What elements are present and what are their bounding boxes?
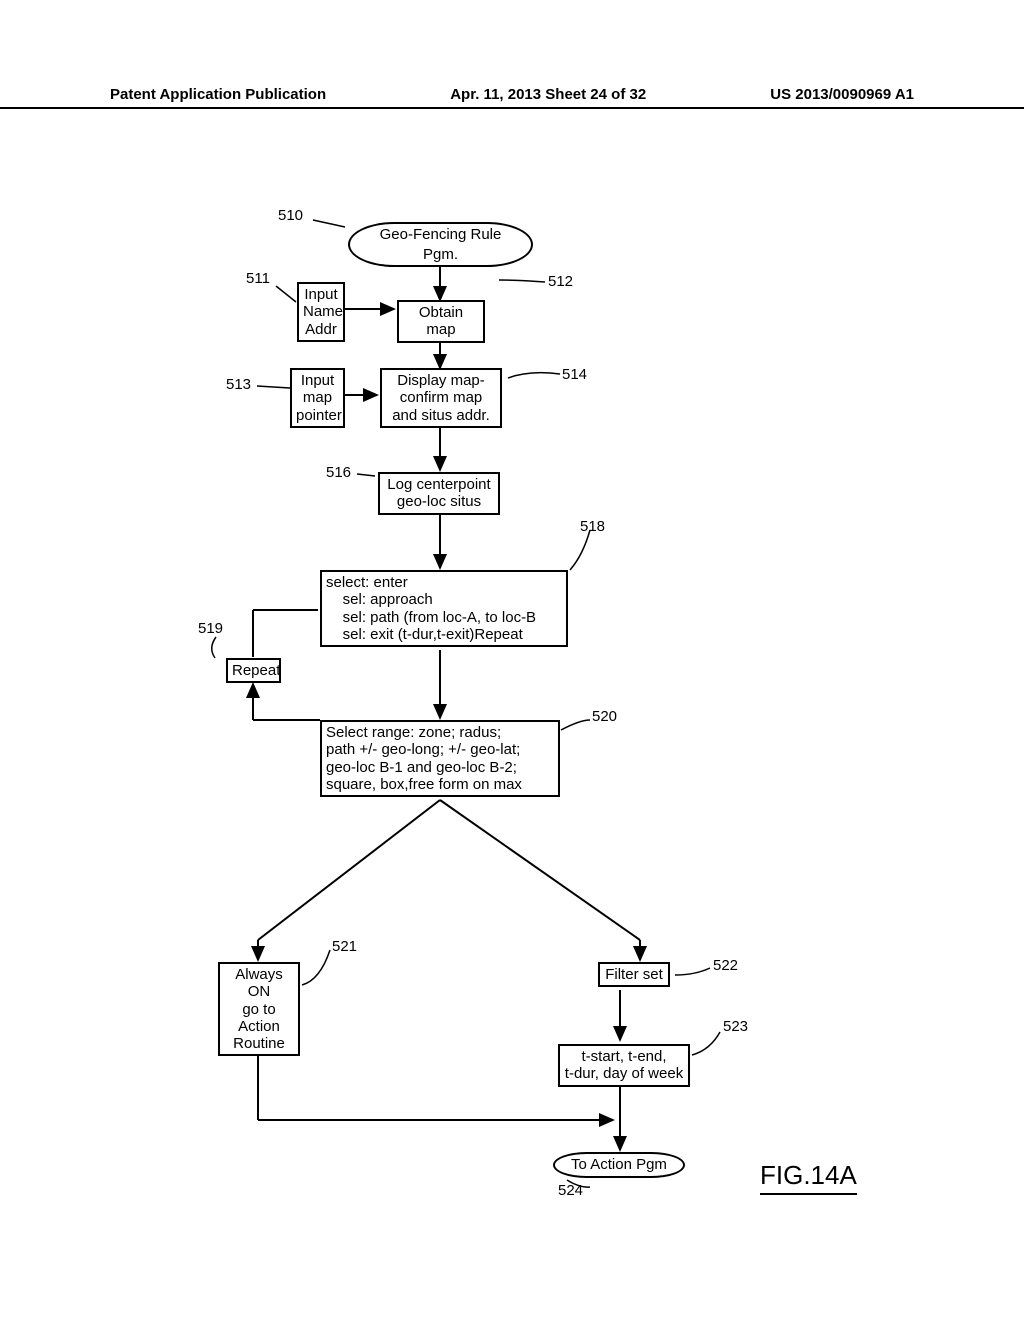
terminator-start: Geo-Fencing Rule Pgm.: [348, 222, 533, 267]
terminator-start-text: Geo-Fencing Rule Pgm.: [380, 226, 502, 263]
box-522-text: Filter set: [605, 966, 663, 983]
box-519: Repeat: [226, 658, 281, 683]
terminator-end: To Action Pgm: [553, 1152, 685, 1178]
box-511-text: Input Name Addr: [303, 286, 343, 338]
ref-522: 522: [713, 957, 738, 974]
box-513: Input map pointer: [290, 368, 345, 428]
box-523: t-start, t-end, t-dur, day of week: [558, 1044, 690, 1087]
box-520-text: Select range: zone; radus; path +/- geo-…: [326, 724, 522, 793]
box-520: Select range: zone; radus; path +/- geo-…: [320, 720, 560, 797]
box-516-text: Log centerpoint geo-loc situs: [387, 476, 490, 510]
box-518: select: enter sel: approach sel: path (f…: [320, 570, 568, 647]
ref-516: 516: [326, 464, 351, 481]
ref-523: 523: [723, 1018, 748, 1035]
header-right: US 2013/0090969 A1: [770, 86, 914, 103]
ref-518: 518: [580, 518, 605, 535]
box-514: Display map- confirm map and situs addr.: [380, 368, 502, 428]
box-516: Log centerpoint geo-loc situs: [378, 472, 500, 515]
figure-label: FIG.14A: [760, 1160, 857, 1195]
box-512-text: Obtain map: [419, 304, 463, 338]
box-514-text: Display map- confirm map and situs addr.: [392, 372, 490, 424]
box-519-text: Repeat: [232, 662, 280, 679]
box-518-text: select: enter sel: approach sel: path (f…: [326, 574, 536, 643]
box-513-text: Input map pointer: [296, 372, 342, 424]
ref-511: 511: [246, 270, 270, 287]
connector-lines: [0, 160, 1024, 1260]
box-521: Always ON go to Action Routine: [218, 962, 300, 1056]
ref-519: 519: [198, 620, 223, 637]
box-512: Obtain map: [397, 300, 485, 343]
box-523-text: t-start, t-end, t-dur, day of week: [565, 1048, 683, 1082]
ref-513: 513: [226, 376, 251, 393]
ref-510: 510: [278, 207, 303, 224]
box-511: Input Name Addr: [297, 282, 345, 342]
terminator-end-text: To Action Pgm: [571, 1156, 667, 1173]
header-center: Apr. 11, 2013 Sheet 24 of 32: [450, 86, 646, 103]
ref-512: 512: [548, 273, 573, 290]
box-521-text: Always ON go to Action Routine: [233, 966, 285, 1052]
box-522: Filter set: [598, 962, 670, 987]
ref-521: 521: [332, 938, 357, 955]
ref-524: 524: [558, 1182, 583, 1199]
page-header: Patent Application Publication Apr. 11, …: [0, 86, 1024, 109]
ref-520: 520: [592, 708, 617, 725]
flowchart-diagram: Geo-Fencing Rule Pgm. 510 Input Name Add…: [0, 160, 1024, 1260]
header-left: Patent Application Publication: [110, 86, 326, 103]
ref-514: 514: [562, 366, 587, 383]
